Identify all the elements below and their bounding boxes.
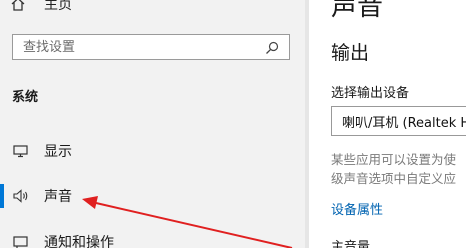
device-properties-link[interactable]: 设备属性 <box>331 199 383 218</box>
sidebar-item-label: 通知和操作 <box>44 235 114 248</box>
search-input[interactable] <box>13 35 265 59</box>
select-output-device-label: 选择输出设备 <box>331 86 410 101</box>
master-volume-label: 主音量 <box>331 240 371 248</box>
search-icon[interactable] <box>265 40 279 54</box>
monitor-icon <box>12 143 30 159</box>
output-description: 某些应用可以设置为使 级声音选项中自定义应 <box>331 150 466 188</box>
section-title-system: 系统 <box>12 90 39 105</box>
active-indicator <box>0 184 4 208</box>
home-label: 主页 <box>44 0 72 13</box>
settings-sidebar: 主页 系统 显示 声音 <box>0 0 305 248</box>
home-icon <box>10 0 26 12</box>
sidebar-item-label: 显示 <box>44 144 72 160</box>
main-content: 声音 输出 选择输出设备 喇叭/耳机 (Realtek H 某些应用可以设置为使… <box>309 0 466 248</box>
output-device-value: 喇叭/耳机 (Realtek H <box>342 115 466 131</box>
home-nav-item[interactable]: 主页 <box>10 0 72 16</box>
page-title: 声音 <box>331 0 384 22</box>
description-line: 某些应用可以设置为使 <box>331 152 457 167</box>
sidebar-item-sound[interactable]: 声音 <box>12 184 72 208</box>
search-box[interactable] <box>12 34 290 60</box>
sidebar-item-notifications[interactable]: 通知和操作 <box>12 230 114 248</box>
output-device-dropdown[interactable]: 喇叭/耳机 (Realtek H <box>331 106 466 136</box>
speaker-icon <box>12 188 30 204</box>
sidebar-item-label: 声音 <box>44 189 72 205</box>
notification-icon <box>12 234 30 248</box>
sidebar-item-display[interactable]: 显示 <box>12 139 72 163</box>
output-heading: 输出 <box>331 42 370 64</box>
description-line: 级声音选项中自定义应 <box>331 171 457 186</box>
